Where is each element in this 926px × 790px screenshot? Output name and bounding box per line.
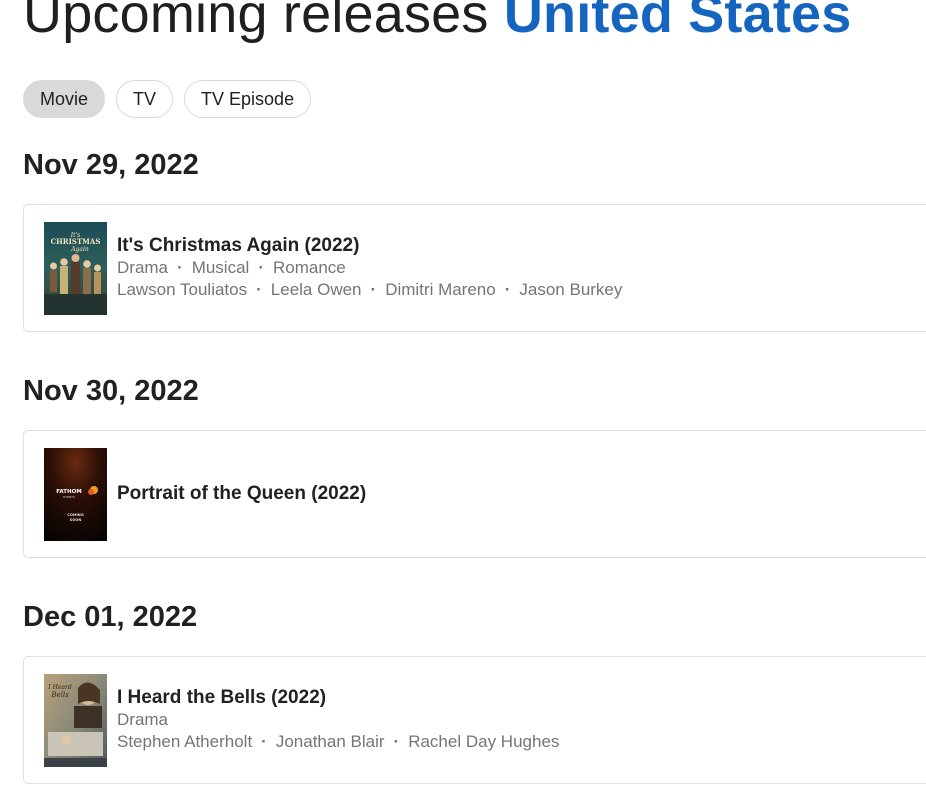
bells-poster-icon[interactable]: I Heard Bells bbox=[44, 674, 107, 767]
genre: Romance bbox=[272, 258, 346, 277]
movie-info: Portrait of the Queen (2022) bbox=[117, 431, 366, 557]
separator-dot: · bbox=[393, 732, 400, 751]
svg-text:CHRISTMAS: CHRISTMAS bbox=[51, 237, 101, 246]
upcoming-releases-page: Upcoming releases United States Movie TV… bbox=[0, 0, 926, 790]
movie-info: I Heard the Bells (2022) Drama Stephen A… bbox=[117, 657, 559, 783]
release-date-heading: Nov 30, 2022 bbox=[23, 375, 199, 407]
cast-member: Rachel Day Hughes bbox=[408, 732, 560, 751]
page-title: Upcoming releases United States bbox=[23, 0, 852, 46]
page-title-text: Upcoming releases bbox=[23, 0, 489, 44]
genre: Musical bbox=[191, 258, 250, 277]
separator-dot: · bbox=[177, 258, 183, 277]
cast-member: Dimitri Mareno bbox=[385, 280, 496, 299]
movie-card[interactable]: It's CHRISTMAS Again It's Christmas Agai… bbox=[23, 204, 926, 332]
movie-card[interactable]: FATHOM EVENTS COMING SOON Portrait of th… bbox=[23, 430, 926, 558]
filter-chip-movie[interactable]: Movie bbox=[23, 80, 106, 118]
release-date-heading: Nov 29, 2022 bbox=[23, 149, 199, 181]
movie-cast: Stephen Atherholt · Jonathan Blair · Rachel … bbox=[117, 731, 559, 753]
movie-genres: Drama · Musical · Romance bbox=[117, 257, 622, 279]
christmas-poster-icon[interactable]: It's CHRISTMAS Again bbox=[44, 222, 107, 315]
cast-member: Stephen Atherholt bbox=[117, 732, 253, 751]
cast-member: Lawson Touliatos bbox=[117, 280, 248, 299]
region-selector[interactable]: United States bbox=[504, 0, 852, 44]
genre: Drama bbox=[117, 258, 169, 277]
type-filter-chips: Movie TV TV Episode bbox=[23, 80, 312, 118]
filter-chip-tv-episode[interactable]: TV Episode bbox=[184, 80, 312, 118]
separator-dot: · bbox=[504, 280, 511, 299]
movie-card[interactable]: I Heard Bells I Heard the Bells (2022) D… bbox=[23, 656, 926, 784]
svg-text:COMING: COMING bbox=[67, 513, 84, 517]
separator-dot: · bbox=[261, 732, 267, 751]
svg-text:Bells: Bells bbox=[50, 691, 69, 699]
svg-text:I Heard: I Heard bbox=[47, 684, 72, 691]
cast-member: Leela Owen bbox=[270, 280, 362, 299]
cast-member: Jonathan Blair bbox=[275, 732, 385, 751]
genre: Drama bbox=[117, 710, 169, 729]
release-date-heading: Dec 01, 2022 bbox=[23, 601, 198, 633]
movie-title[interactable]: It's Christmas Again (2022) bbox=[117, 235, 622, 257]
fathom-poster-icon[interactable]: FATHOM EVENTS COMING SOON bbox=[44, 448, 107, 541]
movie-genres: Drama bbox=[117, 709, 559, 731]
svg-text:EVENTS: EVENTS bbox=[63, 495, 75, 499]
movie-cast: Lawson Touliatos · Leela Owen · Dimitri Mare… bbox=[117, 279, 622, 301]
movie-title[interactable]: Portrait of the Queen (2022) bbox=[117, 483, 366, 505]
separator-dot: · bbox=[256, 280, 262, 299]
filter-chip-tv[interactable]: TV bbox=[116, 80, 174, 118]
cast-member: Jason Burkey bbox=[519, 280, 623, 299]
separator-dot: · bbox=[258, 258, 264, 277]
movie-title[interactable]: I Heard the Bells (2022) bbox=[117, 687, 559, 709]
movie-info: It's Christmas Again (2022) Drama · Musica… bbox=[117, 205, 622, 331]
svg-text:SOON: SOON bbox=[70, 518, 82, 522]
svg-text:Again: Again bbox=[70, 246, 89, 253]
separator-dot: · bbox=[370, 280, 377, 299]
